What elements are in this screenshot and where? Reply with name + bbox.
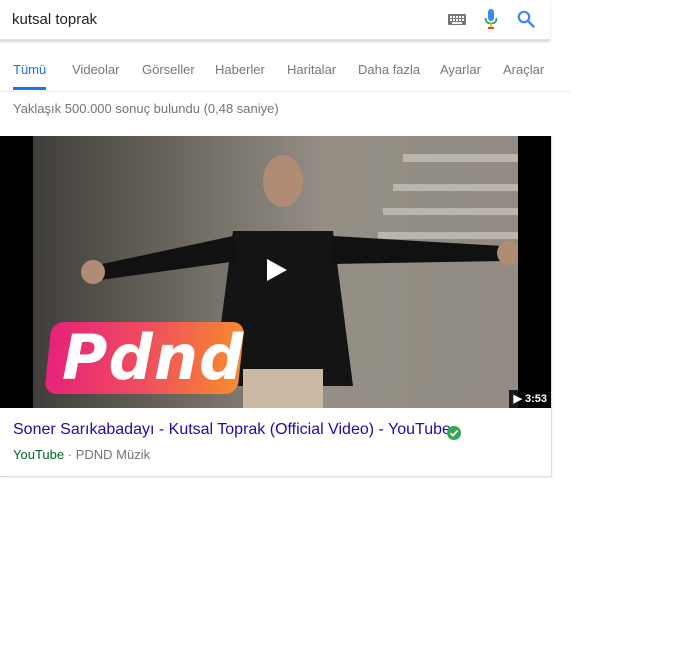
microphone-icon[interactable] — [484, 9, 498, 29]
tab-more[interactable]: Daha fazla — [358, 40, 420, 89]
result-title-link[interactable]: Soner Sarıkabadayı - Kutsal Toprak (Offi… — [13, 421, 451, 439]
result-stats: Yaklaşık 500.000 sonuç bulundu (0,48 san… — [13, 101, 279, 116]
search-tabs: Tümü Videolar Görseller Haberler Harital… — [0, 40, 570, 92]
video-thumbnail[interactable]: Pdnd ▶ 3:53 — [0, 136, 551, 408]
tab-maps[interactable]: Haritalar — [287, 40, 336, 89]
tab-images[interactable]: Görseller — [142, 40, 195, 89]
tab-news[interactable]: Haberler — [215, 40, 265, 89]
tab-settings[interactable]: Ayarlar — [440, 40, 481, 89]
search-input[interactable] — [12, 8, 432, 30]
source-separator: · — [67, 447, 73, 462]
search-icon[interactable] — [517, 9, 535, 29]
channel-logo-text: Pdnd — [62, 321, 245, 394]
play-icon[interactable] — [240, 245, 310, 295]
tab-videos[interactable]: Videolar — [72, 40, 119, 89]
video-duration: ▶ 3:53 — [509, 390, 551, 408]
source-channel: PDND Müzik — [75, 447, 151, 462]
tab-all[interactable]: Tümü — [13, 40, 47, 90]
verified-check-icon — [447, 426, 461, 440]
tab-tools[interactable]: Araçlar — [503, 40, 544, 89]
search-box[interactable] — [0, 0, 550, 40]
result-source: YouTube · PDND Müzik — [13, 447, 150, 462]
video-result-card: Pdnd ▶ 3:53 Soner Sarıkabadayı - Kutsal … — [0, 136, 552, 477]
source-site[interactable]: YouTube — [13, 447, 64, 462]
keyboard-icon[interactable] — [448, 9, 466, 29]
